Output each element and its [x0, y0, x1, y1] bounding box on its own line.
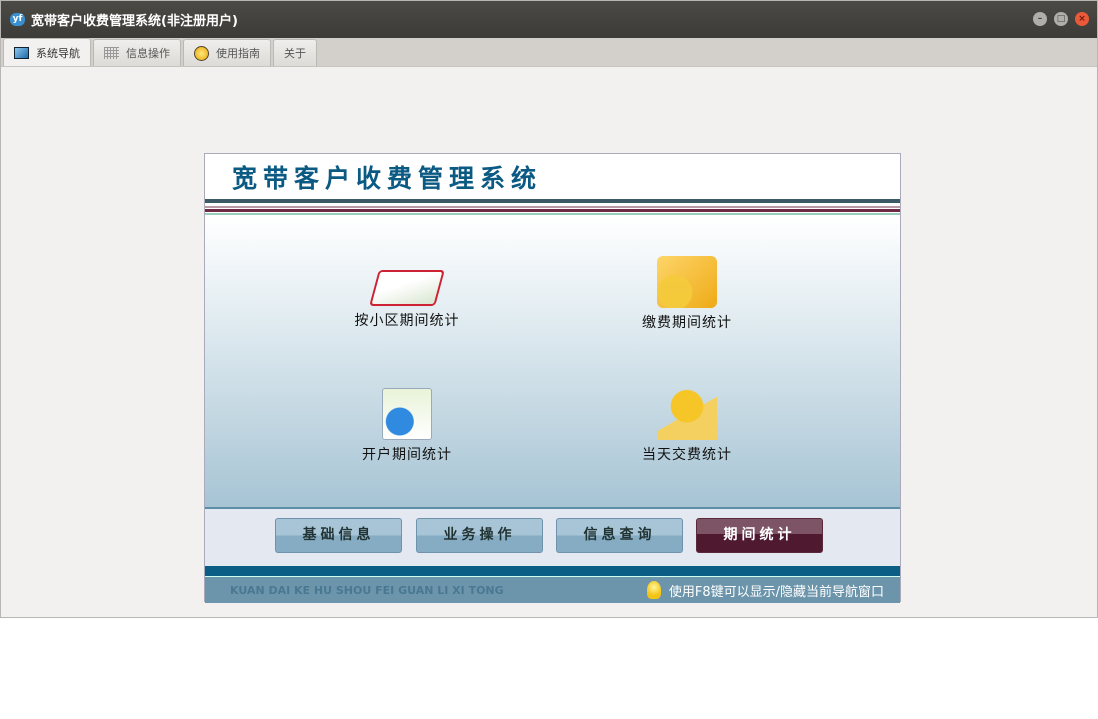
stat-by-community[interactable]: 按小区期间统计 [327, 256, 487, 330]
panel-title: 宽带客户收费管理系统 [232, 163, 543, 193]
help-icon [194, 45, 209, 61]
footer-pinyin: KUAN DAI KE HU SHOU FEI GUAN LI XI TONG [230, 583, 504, 597]
panel-footer: KUAN DAI KE HU SHOU FEI GUAN LI XI TONG … [205, 576, 900, 603]
stat-account-opening[interactable]: 开户期间统计 [327, 388, 487, 464]
stat-payment-period[interactable]: 缴费期间统计 [607, 256, 767, 332]
business-ops-button[interactable]: 业务操作 [416, 518, 543, 553]
basic-info-button[interactable]: 基础信息 [275, 518, 402, 553]
lightbulb-icon [646, 581, 661, 599]
item-label: 当天交费统计 [642, 447, 732, 463]
function-area: 按小区期间统计 缴费期间统计 开户期间统计 当天交费统计 [205, 216, 900, 509]
coins-card-icon [657, 388, 717, 440]
navigation-panel: 宽带客户收费管理系统 按小区期间统计 缴费期间统计 开户期间统计 当天交费统计 … [204, 153, 901, 603]
globe-document-icon [382, 388, 432, 440]
coins-icon [657, 256, 717, 308]
footer-tip: 使用F8键可以显示/隐藏当前导航窗口 [668, 584, 884, 600]
title-bar: yf 宽带客户收费管理系统(非注册用户) – □ × [1, 1, 1097, 38]
tab-label: 使用指南 [216, 47, 260, 60]
tab-info-ops[interactable]: 信息操作 [93, 39, 181, 66]
stat-today-payment[interactable]: 当天交费统计 [607, 388, 767, 464]
window-title: 宽带客户收费管理系统(非注册用户) [31, 14, 238, 29]
monitor-icon [14, 46, 29, 59]
accent-strip [205, 566, 900, 576]
tab-label: 信息操作 [126, 47, 170, 60]
nav-button-bar: 基础信息 业务操作 信息查询 期间统计 [205, 509, 900, 566]
grid-icon [104, 47, 119, 59]
close-button[interactable]: × [1075, 12, 1089, 26]
minimize-button[interactable]: – [1033, 12, 1047, 26]
divider [205, 199, 900, 216]
item-label: 缴费期间统计 [642, 315, 732, 331]
maximize-button[interactable]: □ [1054, 12, 1068, 26]
item-label: 开户期间统计 [362, 447, 452, 463]
app-logo-icon: yf [10, 13, 25, 26]
info-query-button[interactable]: 信息查询 [556, 518, 683, 553]
tab-bar: 系统导航 信息操作 使用指南 关于 [1, 38, 1097, 67]
tab-label: 关于 [284, 47, 306, 60]
book-icon [369, 270, 445, 306]
tab-label: 系统导航 [36, 46, 80, 60]
tab-guide[interactable]: 使用指南 [183, 39, 271, 66]
tab-about[interactable]: 关于 [273, 39, 317, 66]
item-label: 按小区期间统计 [354, 313, 460, 329]
period-stats-button[interactable]: 期间统计 [696, 518, 823, 553]
tab-system-nav[interactable]: 系统导航 [3, 38, 91, 66]
